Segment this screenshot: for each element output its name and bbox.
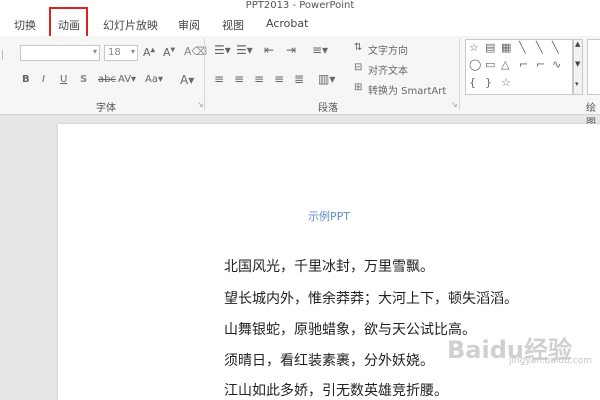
line-spacing-icon[interactable]: ≡▾ [312,43,328,57]
char-spacing-icon[interactable]: AV▾ [118,74,136,85]
gallery-scroll[interactable]: ▲ ▼ ▾ [573,39,583,95]
poem-line[interactable]: 山舞银蛇，原驰蜡象，欲与天公试比高。 [224,319,476,339]
tab-slideshow[interactable]: 幻灯片放映 [103,17,158,33]
tab-review[interactable]: 审阅 [178,17,200,33]
collapse-icon[interactable] [2,50,11,60]
brace-icon[interactable]: } [485,76,492,89]
dialog-launcher-icon[interactable]: ↘ [197,100,204,109]
bold-icon[interactable]: B [22,74,30,85]
group-separator [204,38,205,110]
line-icon[interactable]: ╲ [552,41,559,54]
increase-indent-icon[interactable]: ⇥ [286,43,296,57]
triangle-icon[interactable]: △ [501,58,509,71]
underline-icon[interactable]: U [60,74,67,85]
italic-icon[interactable]: I [42,74,45,85]
group-paragraph-label: 段落 [318,103,338,114]
star-icon[interactable]: ☆ [469,41,479,54]
arrange-button[interactable] [587,39,600,95]
distribute-icon[interactable]: ≣ [294,72,304,86]
watermark-subtext: jingyan.baidu.com [508,356,592,366]
text-direction-button[interactable]: 文字方向 [368,42,408,57]
rectangle-icon[interactable]: ▭ [485,58,495,71]
change-case-icon[interactable]: Aa▾ [145,74,163,85]
connector-icon[interactable]: ⌐ [519,58,528,71]
shrink-font-icon[interactable]: A▼ [163,46,175,59]
chevron-down-icon: ▾ [92,47,97,56]
align-right-icon[interactable]: ≡ [254,72,264,86]
textbox-icon[interactable]: ▦ [501,41,511,54]
font-size-value: 18 [108,47,121,58]
strikethrough-icon[interactable]: abc [98,74,116,85]
justify-icon[interactable]: ≡ [274,72,284,86]
bullets-icon[interactable]: ☰▾ [214,43,231,57]
oval-icon[interactable]: ◯ [469,58,481,71]
curve-icon[interactable]: ∿ [552,58,561,71]
scroll-up-icon[interactable]: ▲ [575,40,580,48]
group-separator [459,38,460,110]
ribbon-tabs: 切换 动画 幻灯片放映 审阅 视图 Acrobat [0,14,600,36]
convert-smartart-button[interactable]: 转换为 SmartArt [368,82,446,97]
align-text-icon: ⊟ [354,62,363,73]
textbox-icon[interactable]: ▤ [485,41,495,54]
group-font-label: 字体 [96,103,116,114]
scroll-down-icon[interactable]: ▼ [575,60,580,68]
align-left-icon[interactable]: ≡ [214,72,224,86]
line-icon[interactable]: ╲ [536,41,543,54]
star-icon[interactable]: ☆ [501,76,511,89]
connector-icon[interactable]: ⌐ [536,58,545,71]
smartart-icon: ⊞ [354,82,363,93]
font-size-field[interactable]: 18 ▾ [104,45,138,61]
poem-line[interactable]: 北国风光，千里冰封，万里雪飘。 [224,256,434,276]
decrease-indent-icon[interactable]: ⇤ [264,43,274,57]
ribbon: ▾ 18 ▾ A▲ A▼ A⌫ B I U S abc AV▾ Aa▾ A▾ ☰… [0,36,600,129]
poem-line[interactable]: 江山如此多娇，引无数英雄竞折腰。 [224,380,448,400]
more-icon[interactable]: ▾ [575,80,579,88]
align-center-icon[interactable]: ≡ [234,72,244,86]
poem-line[interactable]: 望长城内外，惟余莽莽；大河上下，顿失滔滔。 [224,288,518,308]
poem-line[interactable]: 须晴日，看红装素裹，分外妖娆。 [224,350,434,370]
brace-icon[interactable]: { [469,76,476,89]
shadow-icon[interactable]: S [80,74,87,85]
grow-font-icon[interactable]: A▲ [143,46,155,59]
font-color-icon[interactable]: A▾ [180,73,194,87]
align-text-button[interactable]: 对齐文本 [368,62,408,77]
tab-acrobat[interactable]: Acrobat [266,17,308,30]
shapes-gallery[interactable]: ☆ ▤ ▦ ╲ ╲ ╲ ◯ ▭ △ ⌐ ⌐ ∿ { } ☆ [465,39,573,95]
tab-view[interactable]: 视图 [222,17,244,33]
line-icon[interactable]: ╲ [519,41,526,54]
font-name-field[interactable]: ▾ [20,45,100,61]
tab-transitions[interactable]: 切换 [14,17,36,33]
slide-title[interactable]: 示例PPT [58,208,600,224]
dialog-launcher-icon[interactable]: ↘ [451,100,458,109]
chevron-down-icon: ▾ [130,47,135,56]
text-direction-icon: ⇅ [354,42,363,53]
columns-icon[interactable]: ▥▾ [318,72,335,86]
window-title: PPT2013 - PowerPoint [245,0,355,11]
title-bar: PPT2013 - PowerPoint [0,0,600,14]
numbering-icon[interactable]: ☰▾ [236,43,253,57]
